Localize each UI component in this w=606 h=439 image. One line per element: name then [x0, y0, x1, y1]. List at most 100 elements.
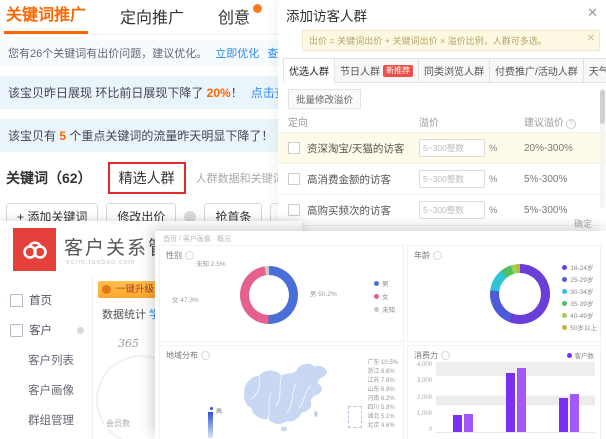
suggested-range: 5%-300% [524, 205, 596, 216]
south-china-sea-inset [348, 406, 362, 428]
region-item: 湖北 5.1% [367, 413, 398, 422]
gender-card-title: 性别 [166, 250, 194, 261]
info-icon[interactable] [433, 251, 442, 260]
sidebar-item-customers[interactable]: 客户 [0, 315, 92, 345]
y-tick: 0 [429, 427, 432, 433]
bar-chart-plot[interactable] [436, 362, 595, 433]
customer-profile-dashboard: 首页 / 客户画像 · 概况 性别 未知 2.5% 女 47.3% 男 50.2… [155, 231, 606, 439]
question-icon[interactable]: ? [566, 119, 576, 129]
sidebar-item-customer-profile[interactable]: 客户画像 [0, 375, 92, 405]
tab-keyword-promotion[interactable]: 关键词推广 [4, 0, 88, 34]
crm-site-url: ecrm.taobao.com [66, 259, 135, 266]
gender-card: 性别 未知 2.5% 女 47.3% 男 50.2% 男女未知 [159, 245, 404, 342]
gender-donut-chart[interactable] [240, 266, 298, 324]
drop-percent: 20% [207, 86, 231, 100]
callout-unknown: 未知 2.5% [196, 258, 226, 268]
breadcrumb: 首页 / 客户画像 · 概况 [163, 234, 231, 244]
scrollbar[interactable] [600, 88, 605, 208]
sidebar-item-customer-list[interactable]: 客户列表 [0, 345, 92, 375]
legend-item: 客户数 [567, 350, 595, 360]
keyword-traffic-drop-notice: 该宝贝有 5 个重点关键词的流量昨天明显下降了！点击查看 [0, 119, 306, 152]
tab-similar-browse-crowd[interactable]: 同类浏览人群 [418, 58, 490, 83]
member-count-number: 365 [118, 337, 139, 350]
home-icon [10, 294, 23, 307]
legend-item: 18-24岁 [562, 262, 597, 272]
close-icon[interactable]: ✕ [587, 5, 598, 21]
subtab-selected-crowd-annotated[interactable]: 精选人群 [108, 162, 186, 194]
callout-male: 男 50.2% [310, 288, 337, 298]
bar-series [436, 362, 595, 432]
stats-label[interactable]: 数据统计 [102, 306, 146, 322]
modal-title: 添加访客人群 ✕ [278, 0, 606, 27]
member-count-caption: 会员数 [104, 418, 132, 429]
scrollbar-thumb[interactable] [600, 90, 605, 124]
bar-group [453, 362, 473, 432]
header-suggested-premium: 建议溢价? [524, 114, 596, 129]
suggested-range: 5%-300% [524, 174, 596, 185]
premium-input[interactable] [419, 139, 485, 157]
tab-preferred-crowd[interactable]: 优选人群 [283, 58, 335, 83]
age-card-title: 年龄 [414, 250, 442, 261]
bar [464, 414, 473, 432]
customer-icon [10, 324, 23, 337]
info-icon[interactable] [441, 351, 450, 360]
tab-targeted-promotion[interactable]: 定向推广 [118, 0, 186, 34]
legend-item: 50岁以上 [562, 322, 597, 332]
optimize-now-link[interactable]: 立即优化 [215, 48, 259, 60]
tab-festival-crowd[interactable]: 节日人群新推荐 [334, 58, 419, 83]
info-icon[interactable] [201, 351, 210, 360]
confirm-button[interactable]: 确定 [574, 217, 592, 230]
region-item: 山东 6.9% [367, 386, 398, 395]
bar [453, 415, 462, 432]
region-card-title: 地域分布 [166, 350, 210, 361]
bar [570, 394, 579, 432]
bar [506, 373, 515, 433]
add-visitor-crowd-modal: 添加访客人群 ✕ 出价 = 关键词出价 + 关键词出价 × 溢价比例，人群可多选… [278, 0, 606, 238]
region-rank-list: 广东 10.5%浙江 8.6%江苏 7.8%山东 6.9%河南 6.2%四川 5… [367, 359, 398, 431]
consumption-card: 消费力 客户数 4,0003,0002,0001,0000 [407, 345, 601, 439]
age-donut-chart[interactable] [490, 264, 550, 324]
subtab-keywords[interactable]: 关键词（62） [6, 168, 92, 188]
sidebar-item-home[interactable]: 首页 [0, 285, 92, 315]
bid-formula-notice: 出价 = 关键词出价 + 关键词出价 × 溢价比例，人群可多选。 ✕ [302, 30, 600, 51]
row-checkbox[interactable] [288, 173, 300, 185]
screenshot-root: 关键词推广 定向推广 创意 您有26个关键词有出价问题，建议优化。立即优化查看全… [0, 0, 606, 439]
legend-item: 男 [374, 278, 395, 288]
sidebar-item-group-management[interactable]: 群组管理 [0, 405, 92, 435]
bar [559, 398, 568, 432]
impression-drop-notice: 该宝贝昨日展现 环比前日展现下降了 20%！点击查看 [0, 76, 306, 109]
legend-item: 40-49岁 [562, 310, 597, 320]
premium-input[interactable] [419, 201, 485, 219]
bulk-edit-premium-button[interactable]: 批量修改溢价 [288, 89, 361, 109]
tab-paid-activity-crowd[interactable]: 付费推广/活动人群 [489, 58, 584, 83]
map-legend-high-label: 高 [216, 406, 222, 415]
row-checkbox[interactable] [288, 204, 300, 216]
sidebar-item-members[interactable]: 会员 [0, 435, 92, 439]
legend-item: 35-39岁 [562, 298, 597, 308]
region-item: 北京 4.6% [367, 422, 398, 431]
table-row: 高购买频次的访客 % 5%-300% [278, 194, 606, 225]
y-tick: 1,000 [417, 411, 432, 417]
info-icon[interactable] [185, 251, 194, 260]
close-icon[interactable]: ✕ [587, 33, 595, 44]
promotion-tab-bar: 关键词推广 定向推广 创意 [0, 0, 306, 35]
row-checkbox[interactable] [288, 142, 300, 154]
bar-chart-legend: 客户数 [567, 350, 595, 360]
tab-weather-crowd[interactable]: 天气人群 [583, 58, 606, 83]
y-tick: 2,000 [417, 395, 432, 401]
new-badge: 新推荐 [383, 65, 413, 77]
legend-item: 未知 [374, 304, 395, 314]
map-legend-dot [210, 407, 213, 410]
legend-item: 25-29岁 [562, 274, 597, 284]
region-card: 地域分布 广东 10.5%浙江 8.6%江苏 7.8%山东 6.9%河南 6.2… [159, 345, 404, 439]
cloud-logo-icon [20, 235, 50, 265]
china-map[interactable] [226, 358, 344, 438]
premium-input[interactable] [419, 170, 485, 188]
consumption-card-title: 消费力 [414, 350, 450, 361]
age-legend: 18-24岁 25-29岁 30-34岁 35-39岁 40-49岁 50岁以上 [562, 262, 597, 332]
gender-legend: 男女未知 [374, 278, 395, 314]
crowd-table-header: 定向 溢价 建议溢价? [278, 109, 606, 132]
keyword-promotion-panel: 关键词推广 定向推广 创意 您有26个关键词有出价问题，建议优化。立即优化查看全… [0, 0, 306, 232]
tab-creative[interactable]: 创意 [216, 0, 264, 34]
legend-item: 30-34岁 [562, 286, 597, 296]
